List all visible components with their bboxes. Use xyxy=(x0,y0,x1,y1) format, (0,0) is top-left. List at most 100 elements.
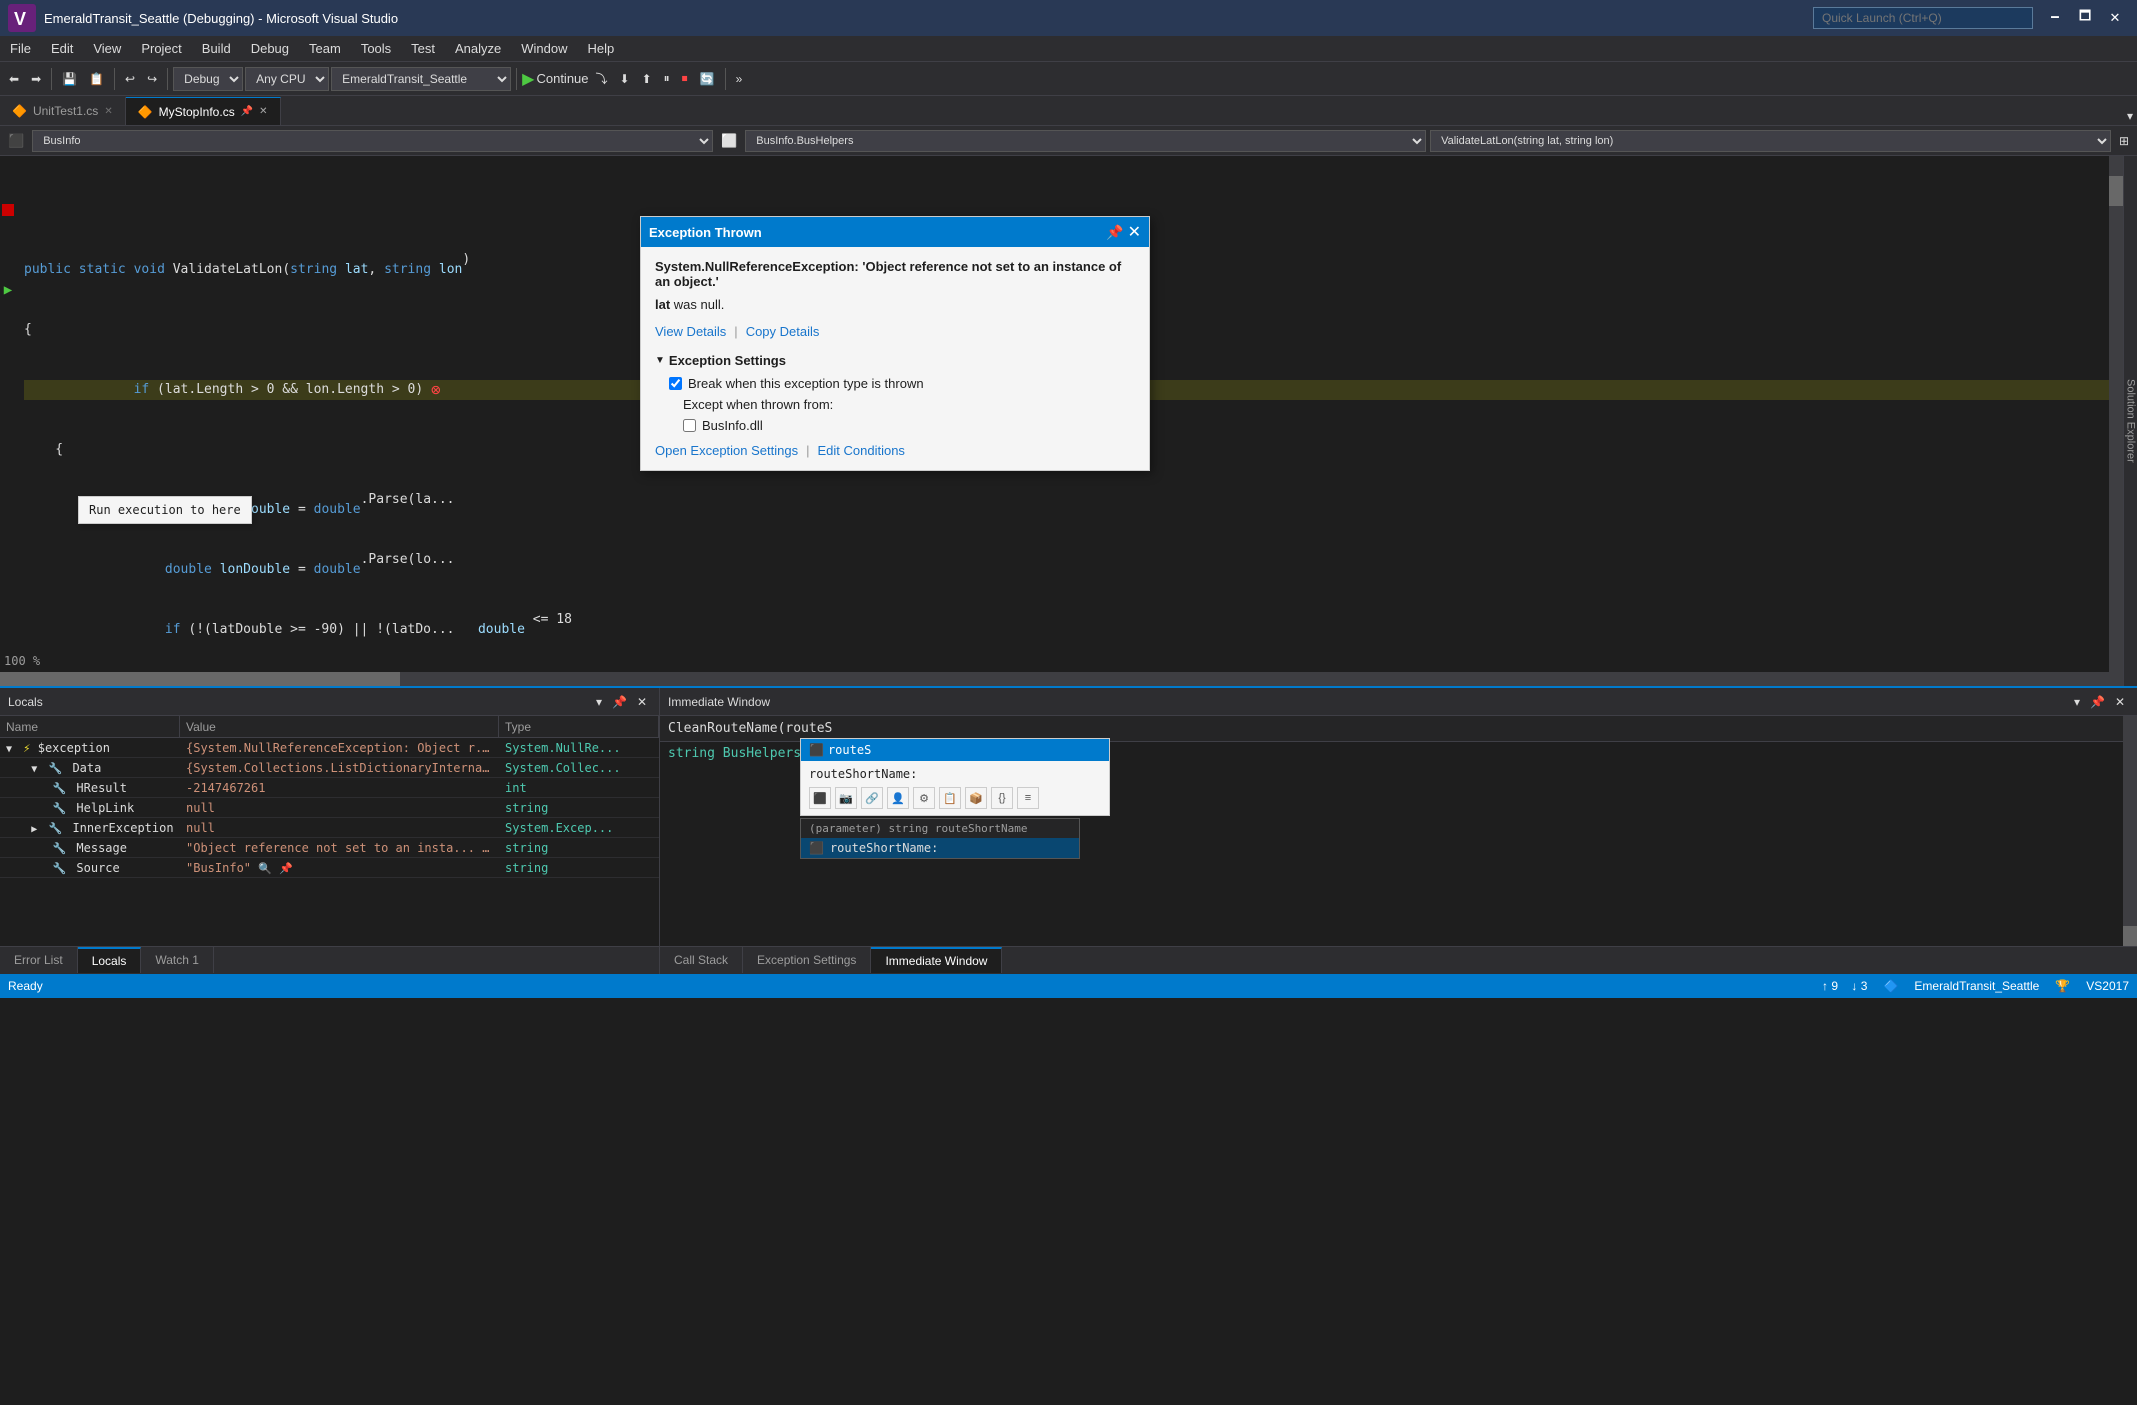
restart-button[interactable]: 🔄 xyxy=(695,69,720,89)
menu-window[interactable]: Window xyxy=(511,36,577,61)
locals-name-message: 🔧 Message xyxy=(0,840,180,856)
expand-innerex[interactable]: ▶ xyxy=(31,824,37,835)
solution-explorer-tab[interactable]: Solution Explorer xyxy=(2123,156,2137,686)
class-dropdown[interactable]: BusInfo xyxy=(32,130,713,152)
immediate-close-btn[interactable]: ✕ xyxy=(2111,693,2129,711)
immediate-dropdown-btn[interactable]: ▾ xyxy=(2070,693,2084,711)
edit-conditions-link[interactable]: Edit Conditions xyxy=(817,443,904,458)
menu-file[interactable]: File xyxy=(0,36,41,61)
tab-mystopinfo[interactable]: 🔶 MyStopInfo.cs 📌 ✕ xyxy=(126,97,281,125)
break-button[interactable]: ⏸ xyxy=(659,68,675,89)
hint-tool-9[interactable]: ≡ xyxy=(1017,787,1039,809)
locals-pin-btn[interactable]: 📌 xyxy=(608,693,631,711)
immediate-scrollbar-thumb[interactable] xyxy=(2123,926,2137,946)
search-box-container[interactable] xyxy=(1813,7,2033,29)
restore-button[interactable]: 🗖 xyxy=(2071,6,2099,30)
h-scrollbar-thumb[interactable] xyxy=(0,672,400,686)
tab-locals[interactable]: Locals xyxy=(78,947,142,973)
expand-exception[interactable]: ▼ xyxy=(6,744,12,755)
copy-details-link[interactable]: Copy Details xyxy=(746,324,820,339)
autocomplete-item-selected[interactable]: ⬛ routeShortName: xyxy=(801,838,1079,858)
tab-call-stack[interactable]: Call Stack xyxy=(660,947,743,973)
gutter-line-3 xyxy=(2,200,14,220)
tab-watch1[interactable]: Watch 1 xyxy=(141,947,214,973)
locals-row-hresult[interactable]: 🔧 HResult -2147467261 int xyxy=(0,778,659,798)
businfo-dll-checkbox[interactable] xyxy=(683,419,696,432)
hint-tool-8[interactable]: {} xyxy=(991,787,1013,809)
step-out-button[interactable]: ⬆ xyxy=(637,69,657,89)
step-over-button[interactable]: ⤵ xyxy=(591,67,613,90)
hint-tool-3[interactable]: 🔗 xyxy=(861,787,883,809)
code-toolbar-expand[interactable]: ⊞ xyxy=(2115,132,2133,150)
step-into-button[interactable]: ⬇ xyxy=(615,69,635,89)
method-dropdown[interactable]: ValidateLatLon(string lat, string lon) xyxy=(1430,130,2111,152)
locals-row-helplink[interactable]: 🔧 HelpLink null string xyxy=(0,798,659,818)
more-toolbar[interactable]: » xyxy=(731,69,748,89)
locals-dropdown-btn[interactable]: ▾ xyxy=(592,693,606,711)
redo-button[interactable]: ↪ xyxy=(142,69,162,89)
minimize-button[interactable]: 🗕 xyxy=(2041,6,2069,30)
save-button[interactable]: 💾 xyxy=(57,69,82,89)
tab-immediate-window[interactable]: Immediate Window xyxy=(871,947,1002,973)
quick-launch-input[interactable] xyxy=(1813,7,2033,29)
locals-row-exception[interactable]: ▼ ⚡ $exception {System.NullReferenceExce… xyxy=(0,738,659,758)
view-details-link[interactable]: View Details xyxy=(655,324,726,339)
tab-unittest-close[interactable]: ✕ xyxy=(104,106,112,117)
horizontal-scrollbar[interactable] xyxy=(0,672,2109,686)
open-exception-settings-link[interactable]: Open Exception Settings xyxy=(655,443,798,458)
exception-close-button[interactable]: ✕ xyxy=(1128,222,1141,242)
hint-tool-2[interactable]: 📷 xyxy=(835,787,857,809)
tab-scroll-right[interactable]: ▾ xyxy=(2123,107,2137,125)
gutter: ▶ xyxy=(0,156,16,656)
close-button[interactable]: ✕ xyxy=(2101,6,2129,30)
break-when-thrown-checkbox[interactable] xyxy=(669,377,682,390)
locals-row-data[interactable]: ▼ 🔧 Data {System.Collections.ListDiction… xyxy=(0,758,659,778)
source-pin-btn[interactable]: 📌 xyxy=(279,862,293,875)
stop-button[interactable]: ⏹ xyxy=(677,68,693,89)
tab-mystopinfo-close[interactable]: ✕ xyxy=(259,106,267,117)
hint-tool-1[interactable]: ⬛ xyxy=(809,787,831,809)
locals-row-message[interactable]: 🔧 Message "Object reference not set to a… xyxy=(0,838,659,858)
platform-dropdown[interactable]: Any CPU xyxy=(245,67,329,91)
hint-tool-5[interactable]: ⚙ xyxy=(913,787,935,809)
menu-build[interactable]: Build xyxy=(192,36,241,61)
locals-close-btn[interactable]: ✕ xyxy=(633,693,651,711)
menu-project[interactable]: Project xyxy=(131,36,191,61)
menu-debug[interactable]: Debug xyxy=(241,36,299,61)
hint-header-icon: ⬛ xyxy=(809,743,824,757)
status-right: ↑ 9 ↓ 3 🔷 EmeraldTransit_Seattle 🏆 VS201… xyxy=(1822,979,2129,993)
menu-help[interactable]: Help xyxy=(578,36,625,61)
message-search-btn[interactable]: 🔍 xyxy=(482,842,496,855)
tab-error-list[interactable]: Error List xyxy=(0,947,78,973)
hint-tool-7[interactable]: 📦 xyxy=(965,787,987,809)
back-button[interactable]: ⬅ xyxy=(4,69,24,89)
immediate-scrollbar[interactable] xyxy=(2123,716,2137,946)
expand-data[interactable]: ▼ xyxy=(31,764,37,775)
project-dropdown[interactable]: EmeraldTransit_Seattle xyxy=(331,67,511,91)
menu-analyze[interactable]: Analyze xyxy=(445,36,511,61)
menu-team[interactable]: Team xyxy=(299,36,351,61)
immediate-pin-btn[interactable]: 📌 xyxy=(2086,693,2109,711)
hint-tool-6[interactable]: 📋 xyxy=(939,787,961,809)
vertical-scrollbar[interactable] xyxy=(2109,156,2123,686)
forward-button[interactable]: ➡ xyxy=(26,69,46,89)
continue-button[interactable]: ▶ Continue xyxy=(522,69,588,89)
exception-pin-button[interactable]: 📌 xyxy=(1106,224,1123,241)
locals-row-innerex[interactable]: ▶ 🔧 InnerException null System.Excep... xyxy=(0,818,659,838)
menu-tools[interactable]: Tools xyxy=(351,36,401,61)
data-var-name: Data xyxy=(72,761,101,775)
locals-row-source[interactable]: 🔧 Source "BusInfo" 🔍 📌 string xyxy=(0,858,659,878)
namespace-dropdown[interactable]: BusInfo.BusHelpers xyxy=(745,130,1426,152)
scrollbar-thumb[interactable] xyxy=(2109,176,2123,206)
menu-test[interactable]: Test xyxy=(401,36,445,61)
config-dropdown[interactable]: Debug xyxy=(173,67,243,91)
source-search-btn[interactable]: 🔍 xyxy=(258,862,272,875)
undo-button[interactable]: ↩ xyxy=(120,69,140,89)
menu-edit[interactable]: Edit xyxy=(41,36,83,61)
tab-exception-settings[interactable]: Exception Settings xyxy=(743,947,871,973)
tab-unittest[interactable]: 🔶 UnitTest1.cs ✕ xyxy=(0,97,126,125)
immediate-input[interactable] xyxy=(668,721,2129,736)
save-all-button[interactable]: 📋 xyxy=(84,69,109,89)
menu-view[interactable]: View xyxy=(83,36,131,61)
hint-tool-4[interactable]: 👤 xyxy=(887,787,909,809)
